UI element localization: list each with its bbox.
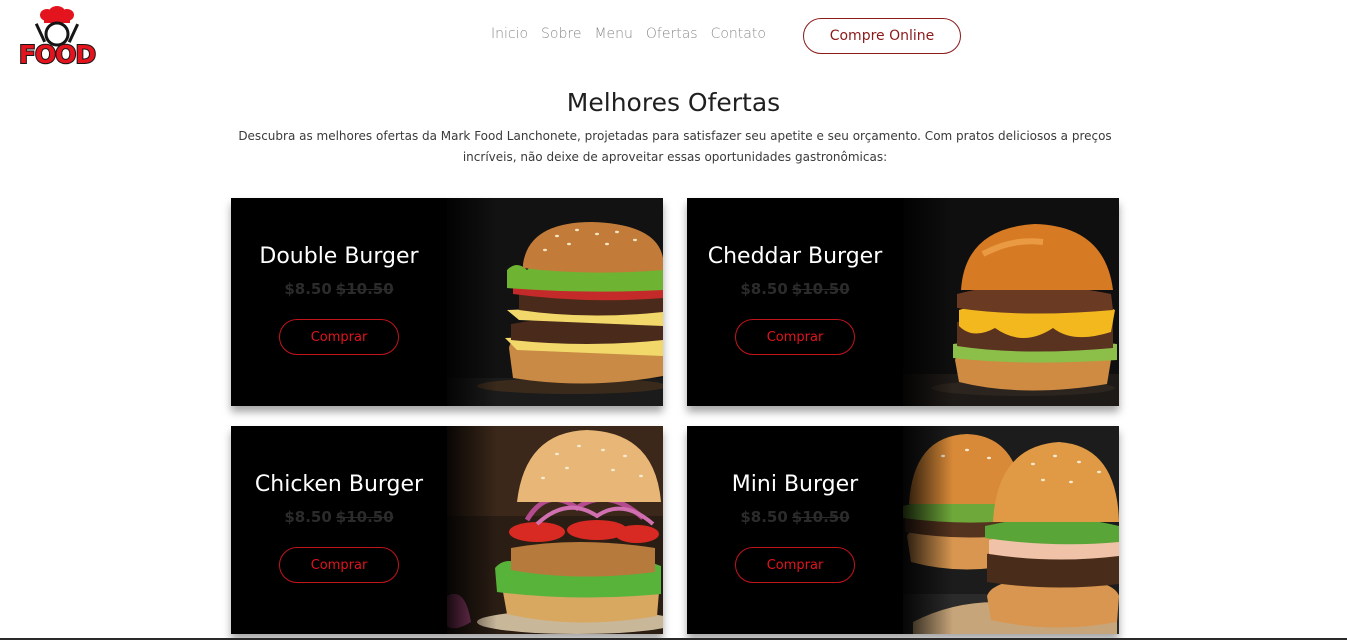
old-price: $10.50 <box>335 280 394 298</box>
offer-price: $8.50 $10.50 <box>231 508 447 526</box>
offer-card-chicken-burger: Chicken Burger $8.50 $10.50 Comprar <box>231 426 663 634</box>
current-price: $8.50 <box>740 508 788 526</box>
offer-name: Double Burger <box>259 244 419 269</box>
comprar-button[interactable]: Comprar <box>735 547 855 583</box>
comprar-button[interactable]: Comprar <box>279 547 399 583</box>
offer-price: $8.50 $10.50 <box>687 280 903 298</box>
offer-card-mini-burger: Mini Burger $8.50 $10.50 Comprar <box>687 426 1119 634</box>
current-price: $8.50 <box>740 280 788 298</box>
offer-info: Double Burger $8.50 $10.50 Comprar <box>231 198 447 406</box>
compre-online-button[interactable]: Compre Online <box>803 18 961 54</box>
offer-name: Chicken Burger <box>254 472 424 497</box>
old-price: $10.50 <box>335 508 394 526</box>
offer-card-cheddar-burger: Cheddar Burger $8.50 $10.50 Comprar <box>687 198 1119 406</box>
offer-name: Cheddar Burger <box>707 244 883 269</box>
logo[interactable]: FOOD <box>12 6 102 70</box>
section-title: Melhores Ofertas <box>566 88 781 117</box>
section-description: Descubra as melhores ofertas da Mark Foo… <box>238 129 1112 164</box>
old-price: $10.50 <box>791 508 850 526</box>
nav-contato[interactable]: Contato <box>711 26 766 42</box>
logo-text: FOOD <box>18 39 97 70</box>
nav-inicio[interactable]: Inicio <box>491 26 528 42</box>
offer-price: $8.50 $10.50 <box>687 508 903 526</box>
current-price: $8.50 <box>284 508 332 526</box>
offer-info: Chicken Burger $8.50 $10.50 Comprar <box>231 426 447 634</box>
offer-card-double-burger: Double Burger $8.50 $10.50 Comprar <box>231 198 663 406</box>
comprar-button[interactable]: Comprar <box>735 319 855 355</box>
main-nav: Inicio Sobre Menu Ofertas Contato <box>491 26 766 42</box>
old-price: $10.50 <box>791 280 850 298</box>
comprar-button[interactable]: Comprar <box>279 319 399 355</box>
nav-sobre[interactable]: Sobre <box>541 26 581 42</box>
offer-name: Mini Burger <box>731 472 859 497</box>
nav-ofertas[interactable]: Ofertas <box>646 26 698 42</box>
offer-price: $8.50 $10.50 <box>231 280 447 298</box>
nav-menu[interactable]: Menu <box>594 26 632 42</box>
current-price: $8.50 <box>284 280 332 298</box>
offer-info: Mini Burger $8.50 $10.50 Comprar <box>687 426 903 634</box>
offer-info: Cheddar Burger $8.50 $10.50 Comprar <box>687 198 903 406</box>
